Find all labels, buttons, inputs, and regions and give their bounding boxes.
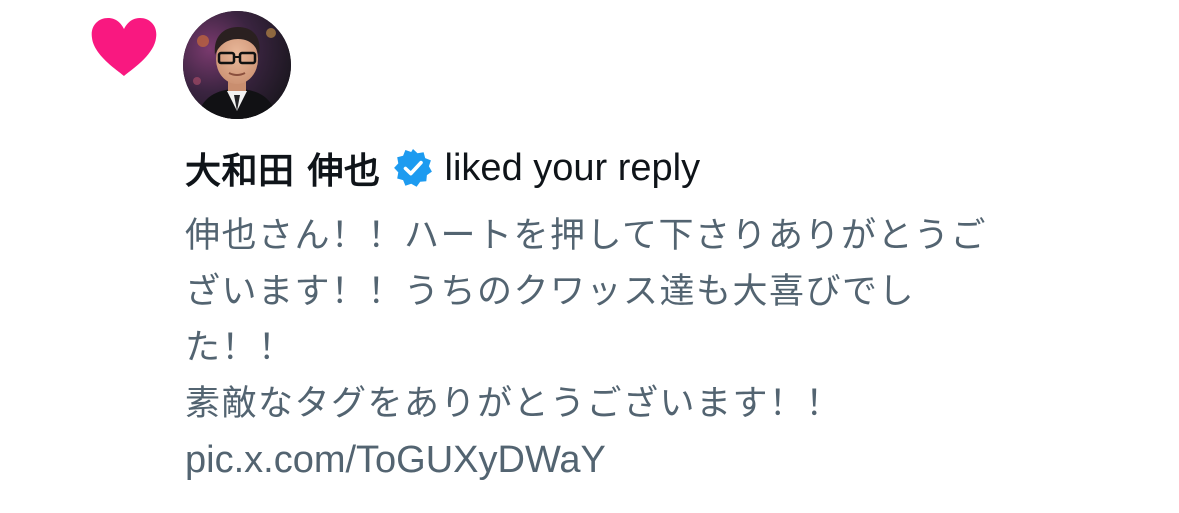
reply-line: ざいます！！うちのクワッス達も大喜びでし <box>185 272 916 312</box>
reply-line: 素敵なタグをありがとうございます！！ <box>185 384 843 424</box>
verified-badge-icon <box>393 148 433 188</box>
reply-line: 伸也さん！！ハートを押して下さりありがとうご <box>185 216 987 256</box>
user-name[interactable]: 大和田 伸也 <box>185 142 381 194</box>
notification-header: 大和田 伸也 liked your reply <box>185 140 700 196</box>
reply-text[interactable]: 伸也さん！！ハートを押して下さりありがとうご ざいます！！うちのクワッス達も大喜… <box>185 208 1145 488</box>
heart-icon <box>90 16 158 78</box>
like-notification[interactable]: 大和田 伸也 liked your reply 伸也さん！！ハートを押して下さり… <box>0 0 1179 513</box>
reply-media-link[interactable]: pic.x.com/ToGUXyDWaY <box>185 432 1145 488</box>
action-text: liked your reply <box>444 146 701 189</box>
reply-line: た！！ <box>185 328 295 368</box>
avatar[interactable] <box>183 11 291 119</box>
